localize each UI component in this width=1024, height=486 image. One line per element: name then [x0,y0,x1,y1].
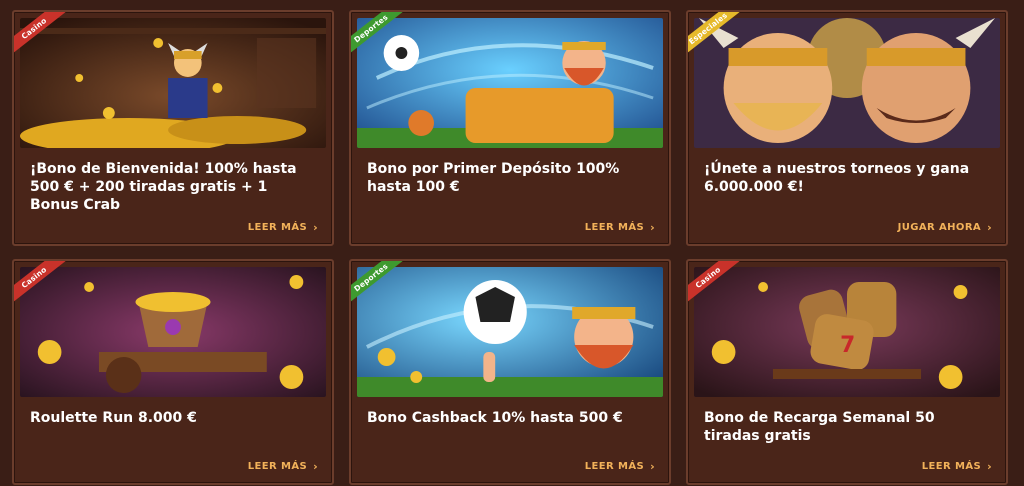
category-ribbon: Casino [14,261,74,321]
promo-title: ¡Únete a nuestros torneos y gana 6.000.0… [704,161,970,195]
chevron-right-icon: › [650,460,655,473]
promo-card-welcome-bonus[interactable]: Casino ¡Bono de Bienvenida! 100% hasta 5… [12,10,334,246]
play-now-link[interactable]: JUGAR AHORA › [898,221,992,234]
read-more-link[interactable]: LEER MÁS › [585,460,655,473]
category-ribbon: Deportes [351,12,411,72]
promo-title: ¡Bono de Bienvenida! 100% hasta 500 € + … [30,161,297,213]
promo-card-first-deposit[interactable]: Deportes Bono por Primer Depósito 100% h… [349,10,671,246]
promo-card-weekly-reload[interactable]: Casino 7 Bono de Recarga Semanal 50 tira… [686,259,1008,485]
chevron-right-icon: › [987,221,992,234]
category-ribbon: Deportes [351,261,411,321]
read-more-link[interactable]: LEER MÁS › [585,221,655,234]
read-more-link[interactable]: LEER MÁS › [922,460,992,473]
promo-title: Roulette Run 8.000 € [30,410,197,426]
chevron-right-icon: › [313,460,318,473]
promo-card-tournaments[interactable]: Especiales ¡Únete a nuestros torneos y g… [686,10,1008,246]
promo-title: Bono por Primer Depósito 100% hasta 100 … [367,161,620,195]
category-ribbon: Casino [14,12,74,72]
promo-title: Bono Cashback 10% hasta 500 € [367,410,623,426]
category-ribbon: Especiales [688,12,748,72]
read-more-link[interactable]: LEER MÁS › [248,460,318,473]
read-more-link[interactable]: LEER MÁS › [248,221,318,234]
category-ribbon: Casino [688,261,748,321]
chevron-right-icon: › [313,221,318,234]
chevron-right-icon: › [987,460,992,473]
promotions-grid: Casino ¡Bono de Bienvenida! 100% hasta 5… [12,10,1010,485]
chevron-right-icon: › [650,221,655,234]
svg-text:7: 7 [840,333,855,358]
promo-title: Bono de Recarga Semanal 50 tiradas grati… [704,410,935,444]
promo-card-cashback[interactable]: Deportes Bono Cashback 10% hasta 500 € L… [349,259,671,485]
promo-card-roulette-run[interactable]: Casino Roulette Run 8.000 € LEER MÁS › [12,259,334,485]
